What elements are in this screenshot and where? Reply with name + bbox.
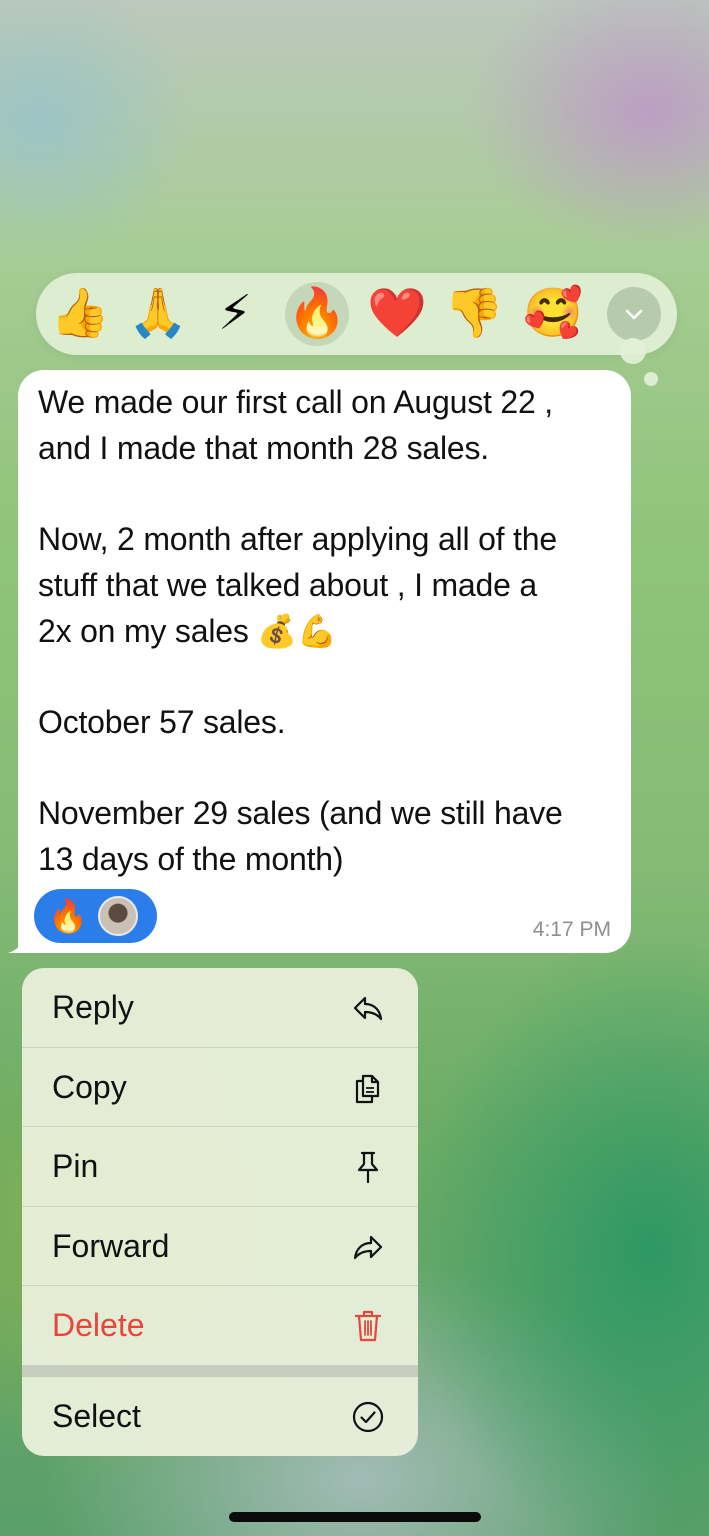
menu-item-pin[interactable]: Pin [22, 1127, 418, 1206]
menu-group-divider [22, 1365, 418, 1377]
menu-item-delete[interactable]: Delete [22, 1286, 418, 1365]
menu-item-forward[interactable]: Forward [22, 1207, 418, 1286]
menu-item-copy[interactable]: Copy [22, 1048, 418, 1127]
message-timestamp: 4:17 PM [532, 918, 611, 941]
reaction-fire[interactable]: 🔥 [285, 273, 349, 355]
menu-item-label: Select [52, 1398, 141, 1434]
reactor-avatar [98, 896, 138, 936]
message-text: We made our first call on August 22 , an… [38, 384, 563, 878]
fire-reaction-emoji: 🔥 [48, 898, 88, 934]
menu-item-label: Reply [52, 989, 134, 1025]
trash-icon [348, 1306, 388, 1346]
home-indicator[interactable] [229, 1512, 481, 1522]
reaction-red-heart[interactable]: ❤️ [365, 273, 429, 355]
reaction-smiling-face-with-hearts[interactable]: 🥰 [521, 273, 585, 355]
reply-icon [348, 988, 388, 1028]
reaction-folded-hands[interactable]: 🙏 [126, 273, 190, 355]
menu-item-reply[interactable]: Reply [22, 968, 418, 1047]
menu-item-label: Pin [52, 1148, 99, 1184]
forward-icon [348, 1227, 388, 1267]
reaction-picker: 👍 🙏 ⚡ 🔥 ❤️ 👎 🥰 [36, 273, 677, 355]
reaction-thumbs-up[interactable]: 👍 [48, 273, 112, 355]
menu-item-label: Forward [52, 1228, 170, 1264]
message-context-menu: Reply Copy Pin Forward Delete Select [22, 968, 418, 1456]
chevron-down-icon [625, 309, 643, 320]
menu-item-label: Delete [52, 1307, 145, 1343]
message-reaction-chip[interactable]: 🔥 [34, 889, 157, 943]
expand-reactions-button[interactable] [607, 287, 661, 341]
pin-icon [348, 1147, 388, 1187]
reaction-thumbs-down[interactable]: 👎 [442, 273, 506, 355]
reaction-picker-tail [620, 338, 646, 364]
checkmark-circle-icon [348, 1397, 388, 1437]
message-bubble[interactable]: We made our first call on August 22 , an… [18, 370, 631, 953]
reaction-picker-tail-dot [644, 372, 658, 386]
menu-item-select[interactable]: Select [22, 1377, 418, 1456]
reaction-high-voltage[interactable]: ⚡ [203, 273, 267, 355]
copy-icon [348, 1068, 388, 1108]
menu-item-label: Copy [52, 1069, 127, 1105]
